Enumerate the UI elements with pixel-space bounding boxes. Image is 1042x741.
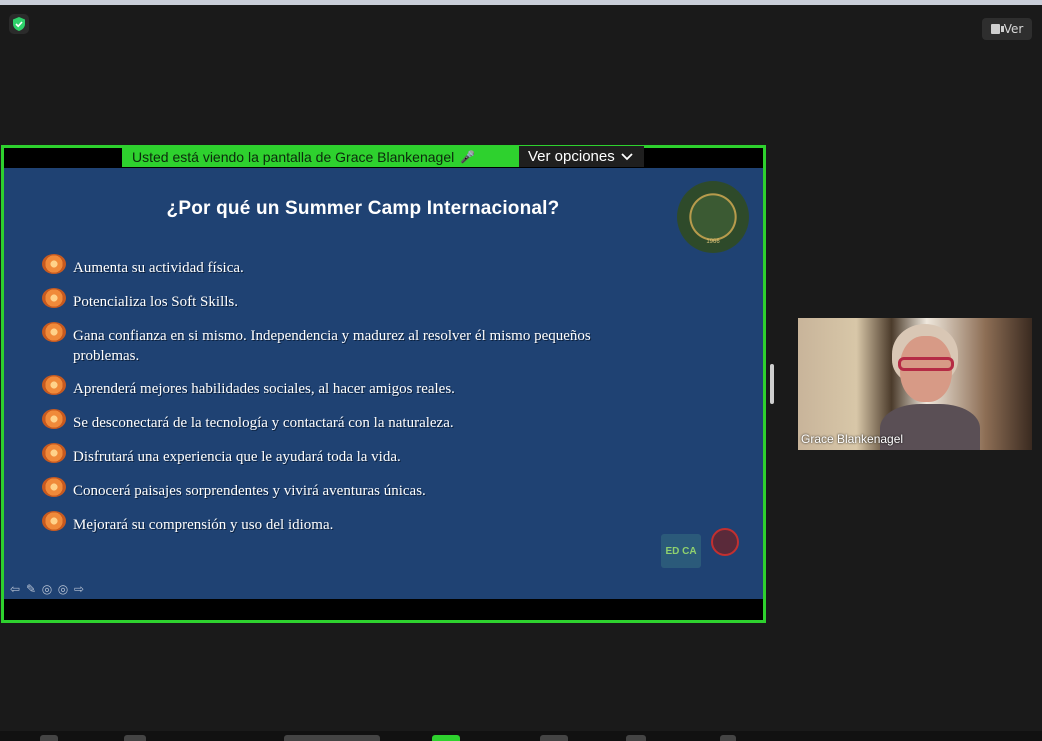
slide-menu-icon[interactable]: ◎: [40, 582, 54, 596]
flower-bullet-icon: [40, 477, 68, 499]
participant-name: Grace Blankenagel: [801, 432, 904, 446]
panel-resize-handle[interactable]: [770, 364, 774, 404]
window-top-bar: [0, 0, 1042, 5]
security-shield-icon[interactable]: [9, 14, 29, 34]
flower-bullet-icon: [40, 322, 68, 344]
bullet-list: Aumenta su actividad física. Potencializ…: [40, 254, 640, 549]
list-item: Disfrutará una experiencia que le ayudar…: [40, 443, 640, 467]
edca-logo: ED CA: [661, 534, 701, 568]
next-slide-icon[interactable]: ⇨: [72, 582, 86, 596]
list-item: Conocerá paisajes sorprendentes y vivirá…: [40, 477, 640, 501]
chat-icon[interactable]: [540, 735, 568, 741]
share-banner: Usted está viendo la pantalla de Grace B…: [122, 146, 519, 167]
participants-button[interactable]: [284, 735, 380, 741]
chevron-down-icon: [621, 152, 633, 160]
list-item: Aumenta su actividad física.: [40, 254, 640, 278]
partner-logo: [709, 528, 741, 568]
more-options-icon[interactable]: ◎: [56, 582, 70, 596]
participant-video[interactable]: Grace Blankenagel: [798, 318, 1032, 450]
view-options-button[interactable]: Ver opciones: [519, 146, 644, 167]
view-layout-icon: [990, 24, 1004, 34]
more-icon[interactable]: [720, 735, 736, 741]
list-item: Aprenderá mejores habilidades sociales, …: [40, 375, 640, 399]
institute-seal-logo: 1966: [677, 181, 749, 253]
pen-icon[interactable]: ✎: [24, 582, 38, 596]
share-screen-icon[interactable]: [432, 735, 460, 741]
flower-bullet-icon: [40, 511, 68, 533]
meeting-toolbar: [0, 731, 1042, 741]
flower-bullet-icon: [40, 375, 68, 397]
mic-icon[interactable]: [40, 735, 58, 741]
view-button[interactable]: Ver: [982, 18, 1032, 40]
previous-slide-icon[interactable]: ⇦: [8, 582, 22, 596]
flower-bullet-icon: [40, 409, 68, 431]
list-item: Gana confianza en si mismo. Independenci…: [40, 322, 640, 366]
slide-navigation: ⇦ ✎ ◎ ◎ ⇨: [8, 582, 86, 596]
list-item: Se desconectará de la tecnología y conta…: [40, 409, 640, 433]
flower-bullet-icon: [40, 443, 68, 465]
muted-mic-icon: 🎤: [460, 149, 476, 164]
share-banner-text: Usted está viendo la pantalla de Grace B…: [132, 148, 455, 165]
flower-bullet-icon: [40, 254, 68, 276]
flower-bullet-icon: [40, 288, 68, 310]
list-item: Potencializa los Soft Skills.: [40, 288, 640, 312]
presentation-slide: ¿Por qué un Summer Camp Internacional? 1…: [4, 168, 763, 599]
slide-title: ¿Por qué un Summer Camp Internacional?: [166, 198, 560, 219]
list-item: Mejorará su comprensión y uso del idioma…: [40, 511, 640, 535]
view-options-label: Ver opciones: [528, 148, 615, 165]
reactions-icon[interactable]: [626, 735, 646, 741]
video-icon[interactable]: [124, 735, 146, 741]
view-button-label: Ver: [1003, 22, 1024, 36]
